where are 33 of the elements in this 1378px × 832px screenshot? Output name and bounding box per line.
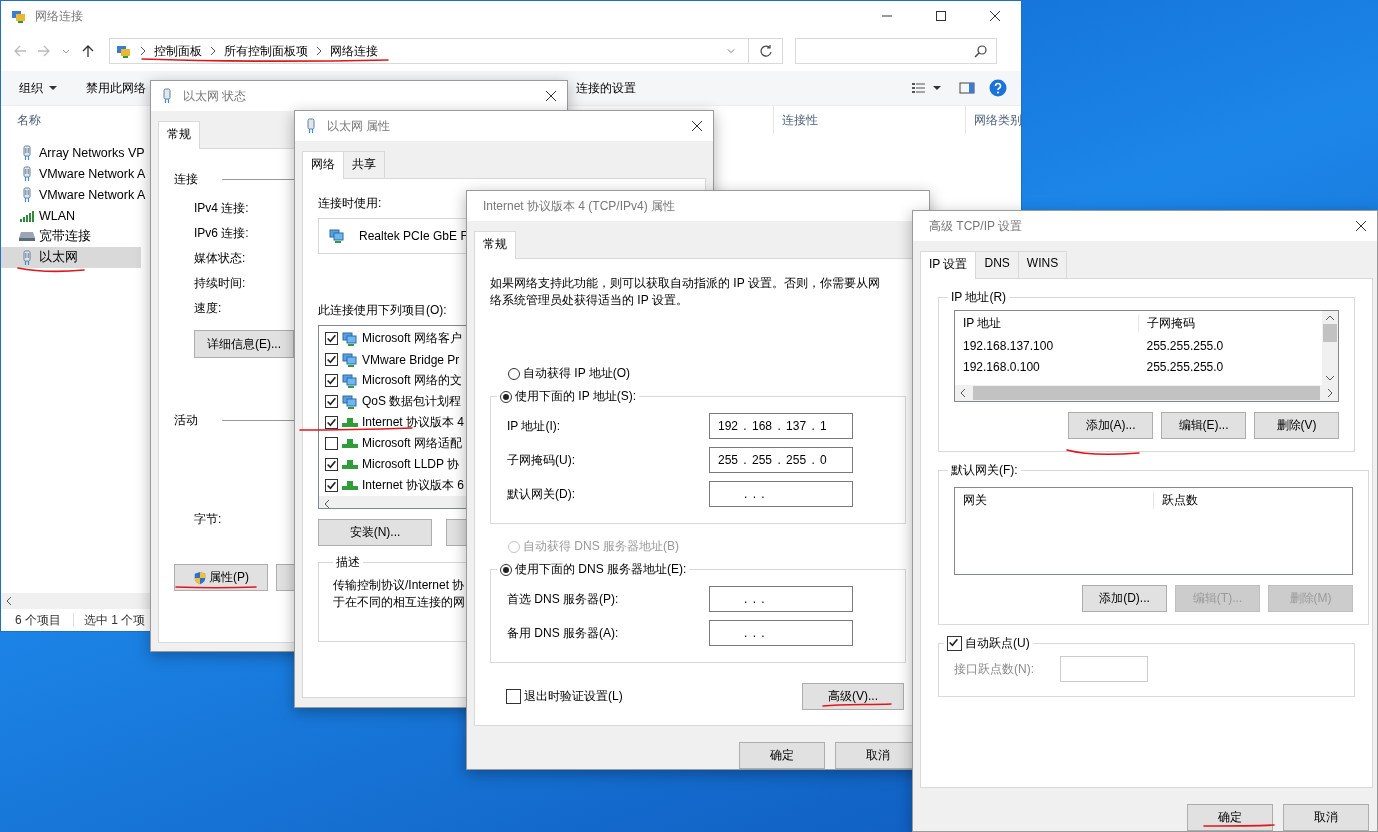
window-title: 以太网 属性 <box>327 117 391 135</box>
field-label: 子网掩码(U): <box>507 451 576 469</box>
window-title: 以太网 状态 <box>183 87 247 105</box>
group-heading: 默认网关(F): <box>950 462 1019 479</box>
table-cell-text: 255.255.255.0 <box>1145 359 1225 374</box>
group-heading: 描述 <box>335 554 361 571</box>
section-heading: 连接 <box>174 171 198 188</box>
selection-count: 选中 1 个项 <box>84 611 146 629</box>
field-label: 备用 DNS 服务器(A): <box>507 624 620 642</box>
field-label: 接口跃点数(N): <box>954 660 1034 678</box>
item-count: 6 个项目 <box>15 611 61 629</box>
intro-text: 如果网络支持此功能，则可以获取自动指派的 IP 设置。否则，你需要从网络系统管理员处获得适当的 IP 设置。 <box>490 275 881 309</box>
field-label: 字节: <box>194 511 222 528</box>
field-label: IPv6 连接: <box>194 225 249 241</box>
field-label: 此连接使用下列项目(O): <box>318 302 447 319</box>
description-text: 传输控制协议/Internet 协 <box>333 577 465 594</box>
field-label: 连接时使用: <box>318 195 382 212</box>
field-label: 媒体状态: <box>194 250 246 266</box>
window-title: 高级 TCP/IP 设置 <box>929 217 1023 235</box>
table-cell-text: 192.168.0.100 <box>962 359 1041 374</box>
group-heading: IP 地址(R) <box>950 289 1008 306</box>
field-label: 默认网关(D): <box>507 485 576 503</box>
window-title: Internet 协议版本 4 (TCP/IPv4) 属性 <box>483 197 676 215</box>
section-heading: 活动 <box>174 412 198 429</box>
description-text: 于在不同的相互连接的网 <box>333 594 465 611</box>
field-label: 持续时间: <box>194 275 246 291</box>
table-cell-text: 192.168.137.100 <box>962 338 1055 353</box>
table-cell-text: 255.255.255.0 <box>1145 338 1225 353</box>
field-label: 首选 DNS 服务器(P): <box>507 590 620 608</box>
field-label: 速度: <box>194 300 222 316</box>
field-label: IPv4 连接: <box>194 200 249 216</box>
field-label: IP 地址(I): <box>507 417 562 435</box>
window-title: 网络连接 <box>35 7 83 25</box>
